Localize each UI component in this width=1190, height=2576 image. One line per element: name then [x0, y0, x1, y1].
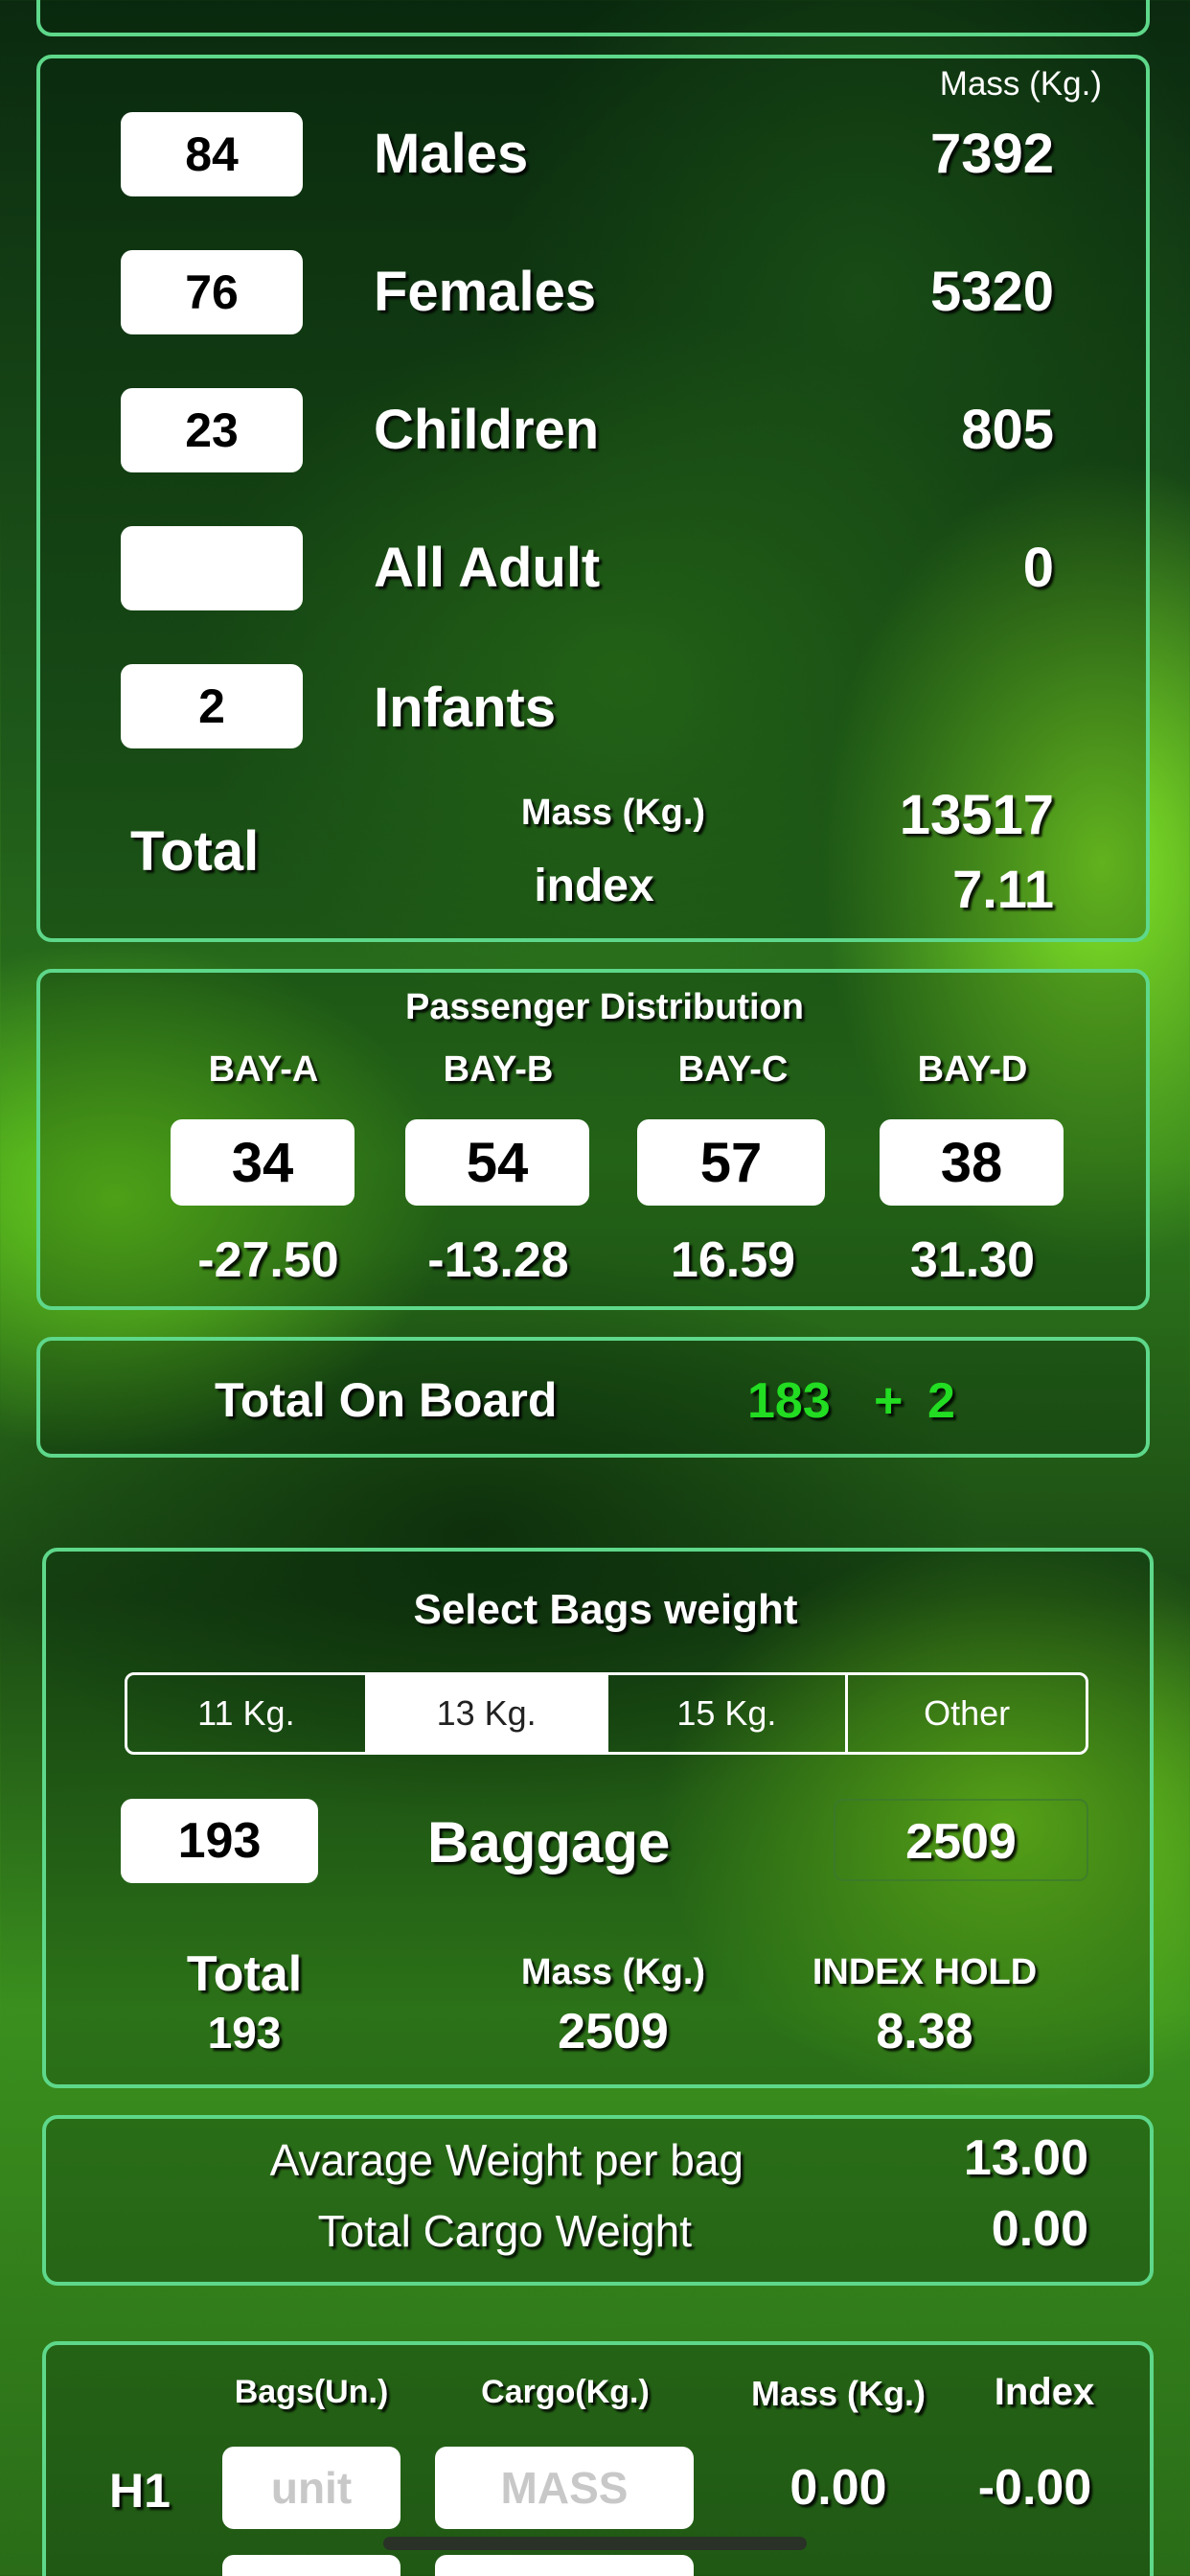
males-label: Males — [374, 123, 529, 185]
bay-a-label: BAY-A — [208, 1049, 319, 1090]
holds-header-cargo: Cargo(Kg.) — [481, 2374, 650, 2410]
infants-label: Infants — [374, 677, 557, 739]
holds-header-bags: Bags(Un.) — [234, 2374, 389, 2410]
bag-option-other[interactable]: Other — [848, 1675, 1086, 1752]
total-mass-value: 13517 — [899, 784, 1054, 846]
onboard-label: Total On Board — [215, 1373, 558, 1427]
hold-h1-label: H1 — [109, 2464, 171, 2518]
bag-option-13[interactable]: 13 Kg. — [367, 1675, 608, 1752]
hold-h1-unit-input[interactable]: unit — [222, 2447, 400, 2529]
cargo-weight-value: 0.00 — [991, 2201, 1088, 2257]
children-label: Children — [374, 399, 600, 461]
index-value: 7.11 — [952, 859, 1054, 919]
infants-count-input[interactable]: 2 — [121, 664, 303, 748]
bay-b-index: -13.28 — [427, 1232, 569, 1288]
holds-header-index: Index — [994, 2371, 1095, 2413]
bag-option-11[interactable]: 11 Kg. — [127, 1675, 368, 1752]
hold-next-unit-input[interactable] — [222, 2555, 400, 2576]
hold-h1-mass: 0.00 — [790, 2460, 887, 2516]
bay-b-label: BAY-B — [443, 1049, 554, 1090]
bags-total-label: Total — [186, 1946, 303, 2002]
children-count-input[interactable]: 23 — [121, 388, 303, 472]
top-panel-partial — [36, 0, 1150, 36]
bay-a-index: -27.50 — [197, 1232, 339, 1288]
bags-title: Select Bags weight — [413, 1586, 798, 1633]
distribution-title: Passenger Distribution — [405, 987, 804, 1027]
mass-header: Mass (Kg.) — [939, 65, 1102, 103]
bag-count-input[interactable]: 193 — [121, 1799, 318, 1883]
cargo-weight-label: Total Cargo Weight — [317, 2206, 692, 2256]
hold-h1-index: -0.00 — [977, 2460, 1092, 2516]
males-mass: 7392 — [929, 123, 1054, 185]
bay-b-count-input[interactable]: 54 — [405, 1119, 589, 1206]
males-count-input[interactable]: 84 — [121, 112, 303, 196]
bags-mass-label: Mass (Kg.) — [520, 1952, 706, 1992]
bay-d-label: BAY-D — [917, 1049, 1028, 1090]
bay-c-index: 16.59 — [670, 1232, 796, 1288]
females-count-input[interactable]: 76 — [121, 250, 303, 334]
all-adult-count-input[interactable] — [121, 526, 303, 610]
total-mass-label: Mass (Kg.) — [520, 793, 706, 833]
onboard-panel — [36, 1337, 1150, 1458]
females-mass: 5320 — [929, 261, 1054, 323]
bay-c-label: BAY-C — [677, 1049, 789, 1090]
bags-mass-value: 2509 — [558, 2004, 669, 2059]
onboard-value: 183 — [747, 1373, 831, 1429]
avg-weight-value: 13.00 — [963, 2130, 1088, 2186]
holds-header-mass: Mass (Kg.) — [750, 2374, 927, 2413]
index-label: index — [534, 861, 654, 911]
bay-a-count-input[interactable]: 34 — [171, 1119, 355, 1206]
bag-weight-segmented-control[interactable]: 11 Kg. 13 Kg. 15 Kg. Other — [125, 1672, 1088, 1755]
bay-d-index: 31.30 — [909, 1232, 1036, 1288]
home-indicator[interactable] — [383, 2537, 807, 2550]
all-adult-mass: 0 — [1022, 537, 1054, 599]
baggage-label: Baggage — [427, 1810, 671, 1874]
hold-next-mass-input[interactable] — [435, 2555, 694, 2576]
onboard-infants: 2 — [927, 1373, 955, 1429]
index-hold-label: INDEX HOLD — [812, 1952, 1038, 1992]
all-adult-label: All Adult — [374, 537, 601, 599]
baggage-mass-field[interactable]: 2509 — [834, 1799, 1088, 1881]
index-hold-value: 8.38 — [876, 2004, 973, 2059]
onboard-plus: + — [874, 1373, 904, 1429]
bay-d-count-input[interactable]: 38 — [880, 1119, 1064, 1206]
hold-h1-mass-input[interactable]: MASS — [435, 2447, 694, 2529]
passengers-total-label: Total — [130, 820, 260, 883]
bay-c-count-input[interactable]: 57 — [637, 1119, 825, 1206]
bags-total-value: 193 — [207, 2008, 282, 2058]
bag-option-15[interactable]: 15 Kg. — [608, 1675, 849, 1752]
children-mass: 805 — [961, 399, 1054, 461]
avg-weight-label: Avarage Weight per bag — [269, 2135, 744, 2185]
females-label: Females — [374, 261, 597, 323]
